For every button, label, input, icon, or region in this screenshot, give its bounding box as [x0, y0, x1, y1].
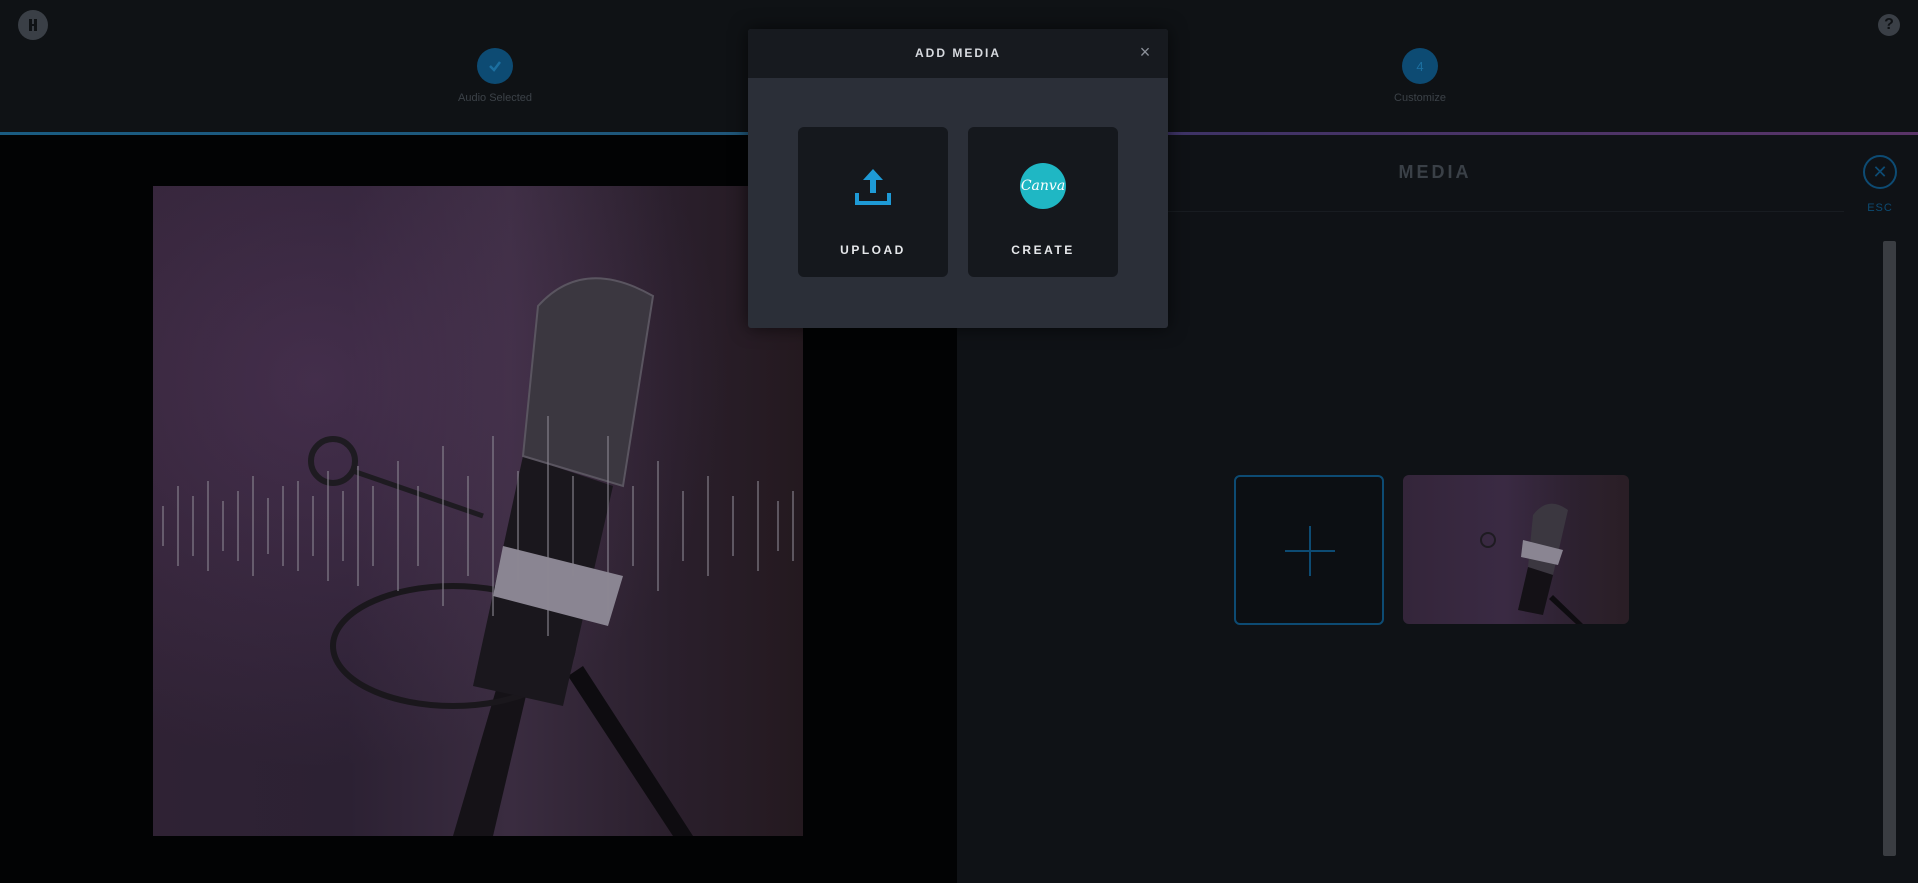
add-media-dialog: ADD MEDIA × UPLOAD Canva CREATE	[748, 29, 1168, 328]
canva-logo: Canva	[1020, 163, 1066, 209]
add-media-tile[interactable]	[1234, 475, 1384, 625]
step-label: Audio Selected	[458, 92, 532, 104]
close-icon[interactable]: ×	[1136, 43, 1154, 61]
create-label: CREATE	[1011, 243, 1075, 257]
upload-button[interactable]: UPLOAD	[798, 127, 948, 277]
help-icon[interactable]: ?	[1878, 14, 1900, 36]
app-logo-icon[interactable]	[18, 10, 48, 40]
dialog-title: ADD MEDIA	[915, 46, 1001, 60]
close-icon: ✕	[1872, 161, 1888, 182]
step-audio-selected: Audio Selected	[435, 48, 555, 104]
step-customize: 4 Customize	[1360, 48, 1480, 104]
esc-label: ESC	[1867, 202, 1893, 214]
media-thumbnail[interactable]	[1403, 475, 1629, 624]
upload-label: UPLOAD	[840, 243, 906, 257]
preview-image	[153, 186, 803, 836]
media-title: MEDIA	[1398, 162, 1472, 182]
microphone-illustration	[162, 277, 794, 836]
dialog-header: ADD MEDIA ×	[748, 29, 1168, 78]
check-icon	[477, 48, 513, 84]
scrollbar[interactable]	[1883, 241, 1896, 856]
create-button[interactable]: Canva CREATE	[968, 127, 1118, 277]
step-label: Customize	[1394, 92, 1446, 104]
step-number: 4	[1402, 48, 1438, 84]
upload-icon	[855, 169, 891, 205]
close-panel-button[interactable]: ✕	[1863, 155, 1897, 189]
